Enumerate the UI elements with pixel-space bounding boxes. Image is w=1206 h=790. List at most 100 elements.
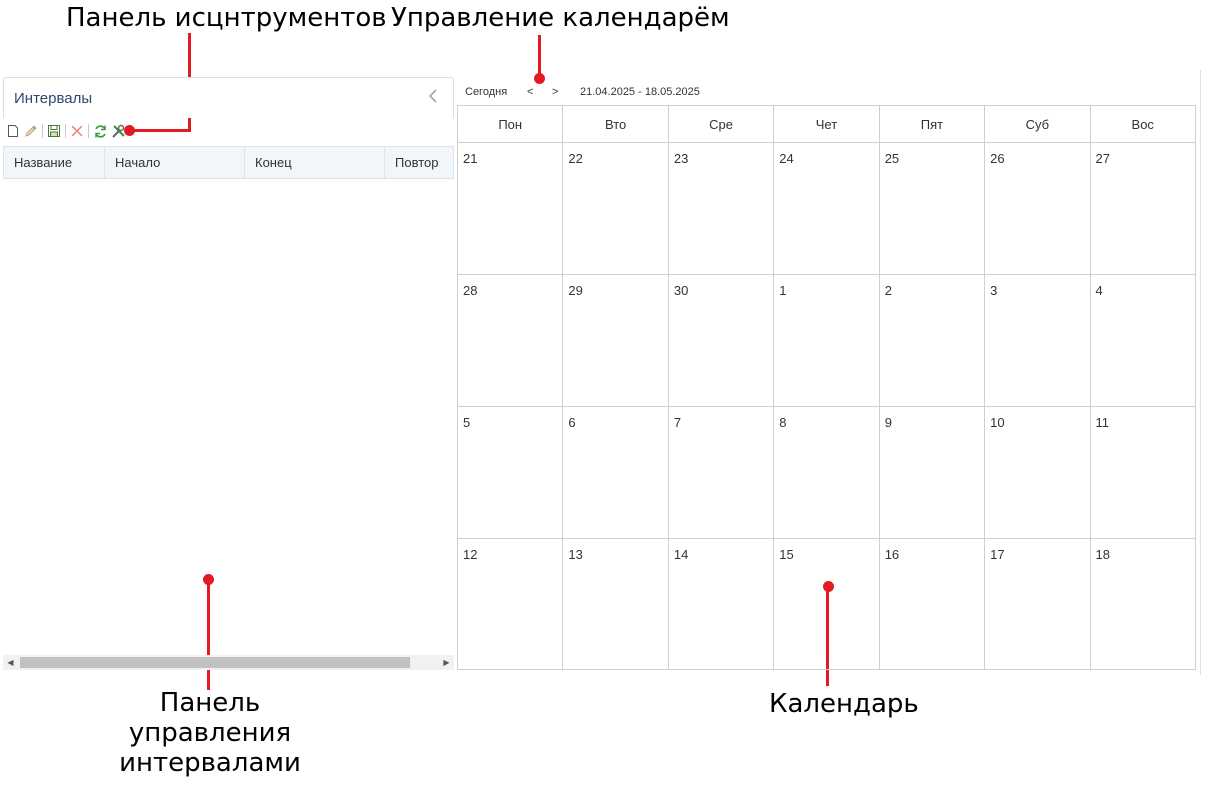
calendar-day-cell[interactable]: 16 [880,539,986,670]
calendar-day-cell[interactable]: 26 [985,143,1091,274]
calendar-day-cell[interactable]: 29 [563,275,669,406]
column-header-end[interactable]: Конец [245,147,385,178]
horizontal-scrollbar[interactable]: ◀ ▶ [3,655,454,670]
prev-period-button[interactable]: < [527,84,533,100]
day-number: 23 [673,151,689,166]
weekday-label: Вос [1131,117,1154,132]
calendar-day-cell[interactable]: 18 [1091,539,1195,670]
calendar-day-cell[interactable]: 23 [669,143,775,274]
column-header-name[interactable]: Название [4,147,105,178]
callout-line: Панель [159,688,261,718]
calendar-day-cell[interactable]: 13 [563,539,669,670]
calendar-day-cell[interactable]: 30 [669,275,775,406]
new-document-icon[interactable] [5,123,21,139]
calendar-day-cell[interactable]: 27 [1091,143,1195,274]
weekday-label: Суб [985,106,1091,142]
calendar-grid: Пон Вто Сре Чет Пят Суб Вос 21 22 23 24 … [457,105,1196,670]
delete-cross-icon[interactable] [69,123,85,139]
callout-calendar-control-label: Управление календарём [391,3,730,33]
weekday-label: Пон [458,106,564,142]
day-number: 14 [673,547,689,562]
today-button[interactable]: Сегодня [465,84,507,100]
calendar-day-cell[interactable]: 28 [458,275,564,406]
day-number: 15 [779,547,794,562]
weekday-header: Пон Вто Сре Чет Пят Суб Вос [458,106,1195,143]
day-number: 21 [463,151,478,166]
date-range-label: 21.04.2025 - 18.05.2025 [580,86,700,98]
weekday-label: Чет [774,106,880,142]
day-number: 7 [673,415,682,430]
column-header-start[interactable]: Начало [105,147,245,178]
day-number: 12 [463,547,478,562]
calendar-day-cell[interactable]: 6 [563,407,669,538]
callout-pointer-line [538,35,541,77]
callout-line: интервалами [119,748,301,778]
calendar-divider [1200,70,1201,675]
calendar-day-cell[interactable]: 2 [880,275,986,406]
calendar-day-cell[interactable]: 9 [880,407,986,538]
intervals-panel-title: Интервалы [14,90,93,107]
calendar-day-cell[interactable]: 7 [669,407,775,538]
calendar-day-cell[interactable]: 4 [1091,275,1195,406]
day-number: 24 [779,151,794,166]
intervals-panel: Интервалы Название Начало Конец Повтор ◀… [3,77,454,671]
day-number: 6 [568,415,576,430]
column-header-repeat[interactable]: Повтор [385,147,453,178]
day-number: 28 [463,283,478,298]
calendar-day-cell[interactable]: 21 [458,143,564,274]
scroll-left-arrow-icon[interactable]: ◀ [3,655,18,670]
day-number: 22 [568,151,583,166]
day-number: 13 [568,547,583,562]
calendar-day-cell[interactable]: 24 [774,143,880,274]
chevron-left-icon[interactable] [425,88,441,106]
toolbar-separator [42,124,43,138]
calendar-day-cell[interactable]: 11 [1091,407,1195,538]
day-number: 4 [1095,283,1103,298]
calendar-day-cell[interactable]: 10 [985,407,1091,538]
scroll-right-arrow-icon[interactable]: ▶ [439,655,454,670]
callout-toolbar-label: Панель исцнтрументов [66,3,387,33]
day-number: 3 [990,283,998,298]
weekday-label: Сре [669,106,775,142]
calendar-day-cell[interactable]: 17 [985,539,1091,670]
day-number: 25 [884,151,900,166]
tools-icon[interactable] [110,123,126,139]
calendar-day-cell[interactable]: 25 [880,143,986,274]
day-number: 8 [779,415,787,430]
weekday-label: Вто [563,106,669,142]
day-number: 16 [884,547,900,562]
calendar-day-cell[interactable]: 8 [774,407,880,538]
calendar-week: 5 6 7 8 9 10 11 [458,407,1195,539]
calendar-day-cell[interactable]: 14 [669,539,775,670]
toolbar-separator [65,124,66,138]
day-number: 30 [673,283,689,298]
calendar-day-cell[interactable]: 5 [458,407,564,538]
edit-pencil-icon[interactable] [23,123,39,139]
callout-calendar-label: Календарь [769,689,919,719]
calendar-day-cell[interactable]: 22 [563,143,669,274]
refresh-icon[interactable] [92,123,108,139]
calendar-day-cell[interactable]: 3 [985,275,1091,406]
toolbar-separator [88,124,89,138]
calendar-day-cell[interactable]: 1 [774,275,880,406]
day-number: 29 [568,283,583,298]
day-number: 27 [1095,151,1110,166]
day-number: 9 [884,415,892,430]
intervals-grid-header: Название Начало Конец Повтор [3,146,454,179]
day-number: 1 [779,283,787,298]
next-period-button[interactable]: > [552,84,558,100]
save-floppy-icon[interactable] [46,123,62,139]
calendar-week: 21 22 23 24 25 26 27 [458,143,1195,275]
weekday-label: Пят [880,106,986,142]
calendar-week: 28 29 30 1 2 3 4 [458,275,1195,407]
calendar-day-cell[interactable]: 15 [774,539,880,670]
calendar-week: 12 13 14 15 16 17 18 [458,539,1195,670]
day-number: 5 [463,415,471,430]
calendar-day-cell[interactable]: 12 [458,539,564,670]
day-number: 18 [1095,547,1110,562]
day-number: 26 [990,151,1005,166]
scrollbar-thumb[interactable] [20,657,410,668]
callout-line: управления [128,718,292,748]
intervals-toolbar [5,123,128,139]
day-number: 17 [990,547,1005,562]
